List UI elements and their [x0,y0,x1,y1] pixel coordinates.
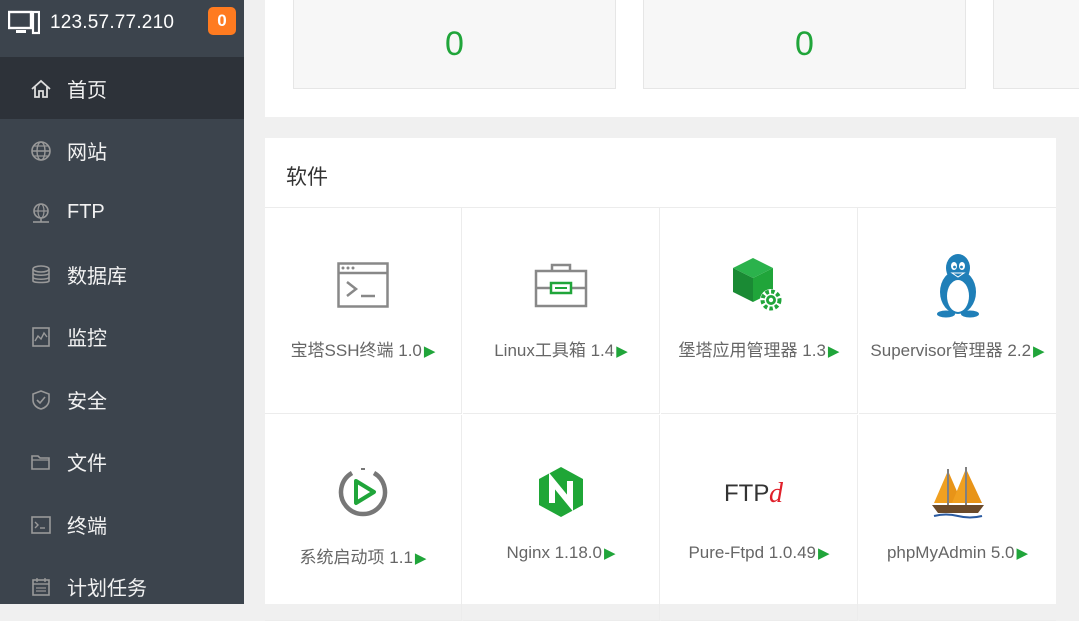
sidebar-item-label: 首页 [67,79,107,102]
software-name: Pure-Ftpd 1.0.49 ▶ [688,543,830,562]
sidebar-item-label: 文件 [67,452,107,475]
tux-penguin-icon [936,254,979,318]
sidebar-item-label: FTP [67,200,105,223]
monitor-icon [32,327,50,347]
stat-card[interactable]: 0 [643,0,966,89]
server-monitor-icon [8,10,40,35]
stat-value: 0 [795,24,814,63]
play-icon[interactable]: ▶ [828,343,840,360]
calendar-icon [32,578,50,596]
play-icon[interactable]: ▶ [424,343,436,360]
sidebar-item-monitor[interactable]: 监控 [0,305,244,367]
software-card-pure-ftpd[interactable]: FTP d Pure-Ftpd 1.0.49 ▶ [661,415,858,621]
sidebar-item-files[interactable]: 文件 [0,430,244,492]
software-card-ssh[interactable]: 宝塔SSH终端 1.0 ▶ [265,208,462,414]
software-name: Nginx 1.18.0 ▶ [506,543,616,562]
sidebar-item-security[interactable]: 安全 [0,368,244,430]
pure-ftpd-icon: FTP d [724,478,784,509]
startup-icon [338,468,388,517]
sidebar-item-home[interactable]: 首页 [0,57,244,119]
nginx-icon [539,467,583,517]
play-icon[interactable]: ▶ [1017,545,1029,562]
software-card-toolbox[interactable]: Linux工具箱 1.4 ▶ [463,208,660,414]
play-icon[interactable]: ▶ [616,343,628,360]
sidebar-item-ftp[interactable]: FTP [0,181,244,243]
notification-badge[interactable]: 0 [208,7,236,35]
software-title: 软件 [286,166,328,189]
software-card-supervisor[interactable]: Supervisor管理器 2.2 ▶ [859,208,1056,414]
play-icon[interactable]: ▶ [818,545,830,562]
server-header[interactable]: 123.57.77.210 0 [0,0,244,46]
ftp-icon [33,203,49,223]
toolbox-icon [534,263,588,308]
sidebar-item-cron[interactable]: 计划任务 [0,555,244,617]
stat-card[interactable]: 0 [293,0,616,89]
home-icon [31,79,51,98]
sidebar-item-label: 监控 [67,327,107,350]
folder-icon [31,455,50,470]
ssh-terminal-icon [337,262,389,308]
sidebar-item-label: 网站 [67,141,107,164]
stats-panel: 0 0 [265,0,1079,117]
software-name: 堡塔应用管理器 1.3 ▶ [678,341,840,360]
software-card-startup[interactable]: 系统启动项 1.1 ▶ [265,415,462,621]
software-name: phpMyAdmin 5.0 ▶ [886,543,1029,562]
stat-card[interactable] [993,0,1079,89]
sidebar-item-label: 终端 [67,515,107,538]
sidebar-item-label: 数据库 [67,265,127,288]
software-card-app-manager[interactable]: 堡塔应用管理器 1.3 ▶ [661,208,858,414]
terminal-icon [31,516,51,534]
database-icon [32,265,50,284]
play-icon[interactable]: ▶ [415,550,427,567]
main-content: 0 0 软件 宝塔SSH终端 1.0 ▶ Linux工具箱 1.4 ▶ 堡塔应用… [244,0,1079,621]
play-icon[interactable]: ▶ [1033,343,1045,360]
stat-value: 0 [445,24,464,63]
server-ip: 123.57.77.210 [50,12,175,33]
sidebar-item-label: 计划任务 [67,577,147,600]
sidebar-item-website[interactable]: 网站 [0,119,244,181]
sidebar: 123.57.77.210 0 首页 网站 FTP 数据库 监控 安全 文件 终… [0,0,244,604]
sidebar-item-database[interactable]: 数据库 [0,243,244,305]
app-manager-icon [733,258,782,311]
globe-icon [31,141,51,161]
svg-text:d: d [769,478,784,509]
software-card-nginx[interactable]: Nginx 1.18.0 ▶ [463,415,660,621]
software-card-phpmyadmin[interactable]: phpMyAdmin 5.0 ▶ [859,415,1056,621]
shield-icon [32,390,50,410]
play-icon[interactable]: ▶ [604,545,616,562]
sidebar-item-label: 安全 [67,390,107,413]
software-name: 宝塔SSH终端 1.0 ▶ [290,341,436,360]
phpmyadmin-icon [931,467,984,519]
sidebar-item-terminal[interactable]: 终端 [0,493,244,555]
pure-ftpd-logo-text: FTP [724,480,769,507]
software-panel: 软件 宝塔SSH终端 1.0 ▶ Linux工具箱 1.4 ▶ 堡塔应用管理器 … [265,138,1056,621]
software-name: Supervisor管理器 2.2 ▶ [870,341,1045,360]
software-name: 系统启动项 1.1 ▶ [299,548,427,567]
software-name: Linux工具箱 1.4 ▶ [494,341,628,360]
